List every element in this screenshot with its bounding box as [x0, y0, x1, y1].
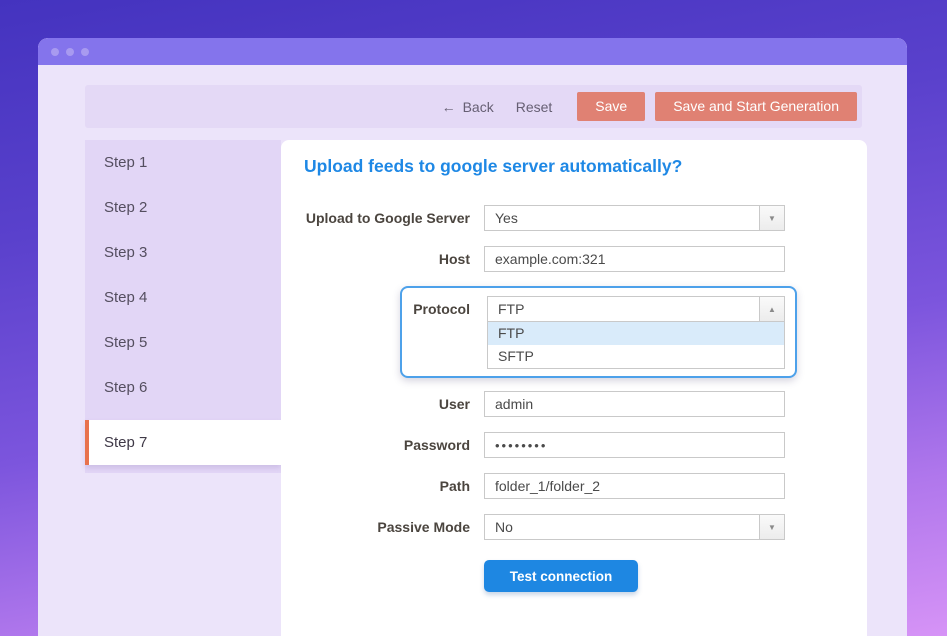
sidebar-item-step-3[interactable]: Step 3 [85, 230, 281, 275]
sidebar-item-step-5[interactable]: Step 5 [85, 320, 281, 365]
settings-panel: Upload feeds to google server automatica… [281, 140, 867, 636]
test-connection-button[interactable]: Test connection [484, 560, 638, 592]
passive-mode-value: No [485, 519, 759, 535]
protocol-dropdown-list: FTP SFTP [487, 321, 785, 369]
user-label: User [281, 396, 470, 412]
window-dot [51, 48, 59, 56]
upload-to-google-server-label: Upload to Google Server [281, 210, 470, 226]
passive-mode-row: Passive Mode No ▼ [281, 513, 867, 541]
reset-button[interactable]: Reset [516, 99, 553, 115]
protocol-value: FTP [488, 301, 759, 317]
sidebar-item-step-1[interactable]: Step 1 [85, 140, 281, 185]
app-window: ← Back Reset Save Save and Start Generat… [38, 38, 907, 636]
sidebar-item-step-4[interactable]: Step 4 [85, 275, 281, 320]
path-input[interactable] [485, 474, 784, 498]
path-label: Path [281, 478, 470, 494]
window-dot [81, 48, 89, 56]
user-field-wrap [484, 391, 785, 417]
path-row: Path [281, 472, 867, 500]
upload-to-google-server-row: Upload to Google Server Yes ▼ [281, 204, 867, 232]
chevron-up-icon: ▲ [759, 297, 784, 321]
user-input[interactable] [485, 392, 784, 416]
save-and-start-generation-button[interactable]: Save and Start Generation [655, 92, 857, 121]
protocol-option-ftp[interactable]: FTP [488, 322, 784, 345]
user-row: User [281, 390, 867, 418]
host-row: Host [281, 245, 867, 273]
back-arrow-icon: ← [442, 99, 456, 115]
window-dot [66, 48, 74, 56]
toolbar: ← Back Reset Save Save and Start Generat… [85, 85, 862, 128]
host-field-wrap [484, 246, 785, 272]
back-button[interactable]: ← Back [442, 99, 494, 115]
upload-to-google-server-select[interactable]: Yes ▼ [484, 205, 785, 231]
sidebar-item-step-2[interactable]: Step 2 [85, 185, 281, 230]
protocol-select[interactable]: FTP ▲ [487, 296, 785, 322]
window-titlebar [38, 38, 907, 65]
page-title: Upload feeds to google server automatica… [304, 156, 682, 177]
back-button-label: Back [463, 99, 494, 115]
protocol-highlight-box: Protocol FTP ▲ FTP SFTP [400, 286, 797, 378]
password-label: Password [281, 437, 470, 453]
chevron-down-icon: ▼ [759, 515, 784, 539]
sidebar-item-step-6[interactable]: Step 6 [85, 365, 281, 410]
host-label: Host [281, 251, 470, 267]
password-field-wrap [484, 432, 785, 458]
password-input[interactable] [485, 433, 784, 457]
password-row: Password [281, 431, 867, 459]
passive-mode-label: Passive Mode [281, 519, 470, 535]
sidebar-item-step-7[interactable]: Step 7 [85, 420, 281, 465]
host-input[interactable] [485, 247, 784, 271]
steps-sidebar: Step 1 Step 2 Step 3 Step 4 Step 5 Step … [85, 140, 281, 473]
upload-to-google-server-value: Yes [485, 210, 759, 226]
protocol-label: Protocol [402, 301, 470, 317]
save-button[interactable]: Save [577, 92, 645, 121]
protocol-option-sftp[interactable]: SFTP [488, 345, 784, 368]
protocol-row: Protocol FTP ▲ [402, 296, 795, 322]
passive-mode-select[interactable]: No ▼ [484, 514, 785, 540]
chevron-down-icon: ▼ [759, 206, 784, 230]
path-field-wrap [484, 473, 785, 499]
